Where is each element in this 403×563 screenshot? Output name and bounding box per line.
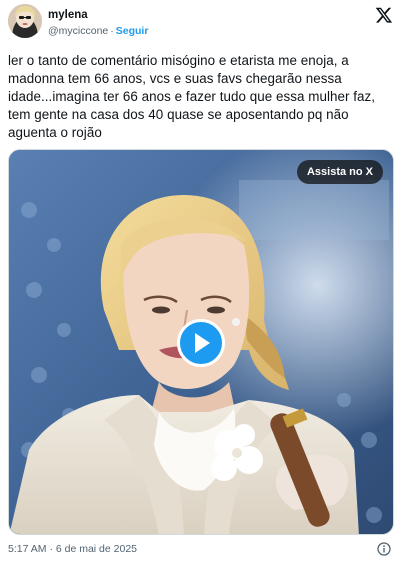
tweet-text: ler o tanto de comentário misógino e eta…	[8, 53, 376, 140]
video-player[interactable]: Assista no X	[8, 149, 394, 535]
author-handle-row: @myciccone · Seguir	[48, 25, 148, 38]
separator-dot: ·	[110, 25, 114, 37]
tweet-card: mylena @myciccone · Seguir ler o tanto de …	[0, 0, 403, 563]
author-display-name[interactable]: mylena	[48, 8, 88, 22]
play-icon[interactable]	[177, 319, 225, 367]
follow-button[interactable]: Seguir	[116, 25, 149, 37]
author-handle[interactable]: @myciccone	[48, 25, 108, 37]
watch-on-x-button[interactable]: Assista no X	[296, 160, 383, 184]
info-icon[interactable]	[377, 542, 391, 556]
avatar-photo	[8, 4, 42, 38]
x-logo-icon[interactable]	[375, 6, 393, 24]
author-avatar[interactable]	[8, 4, 42, 38]
tweet-timestamp[interactable]: 5:17 AM · 6 de mai de 2025	[8, 543, 137, 556]
